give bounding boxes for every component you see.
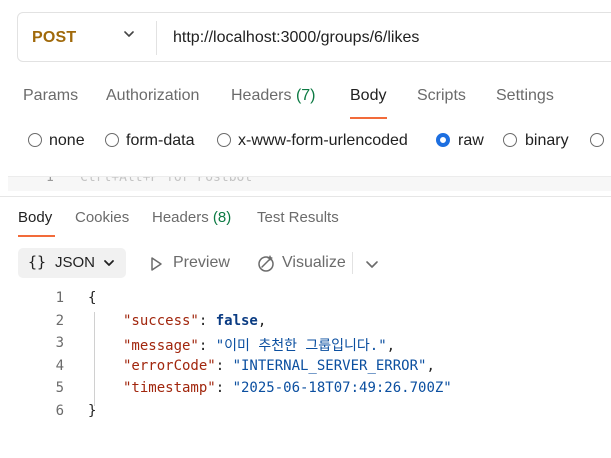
json-value: false <box>215 313 258 329</box>
radio-raw[interactable] <box>436 133 450 147</box>
line-number: 1 <box>55 290 64 306</box>
code-text: { <box>88 290 96 306</box>
editor-line-number: 1 <box>46 176 54 185</box>
response-tab-headers-count: (8) <box>212 209 232 226</box>
response-tab-cookies[interactable]: Cookies <box>75 209 129 226</box>
radio-graphql[interactable] <box>590 133 604 147</box>
tab-authorization[interactable]: Authorization <box>106 87 199 105</box>
code-line: 2 "success": false, <box>0 311 611 333</box>
code-line: 5 "timestamp": "2025-06-18T07:49:26.700Z… <box>0 378 611 400</box>
radio-none-label[interactable]: none <box>49 132 85 150</box>
radio-urlencoded[interactable] <box>217 133 231 147</box>
tab-headers[interactable]: Headers (7) <box>231 87 316 105</box>
json-value: "이미 추천한 그룹입니다." <box>215 338 387 354</box>
code-line: 3 "message": "이미 추천한 그룹입니다.", <box>0 333 611 355</box>
tab-body[interactable]: Body <box>350 87 386 105</box>
radio-binary-label[interactable]: binary <box>525 132 569 150</box>
json-comma: , <box>426 358 435 374</box>
radio-raw-label[interactable]: raw <box>458 132 484 150</box>
json-key: "timestamp" <box>123 380 216 396</box>
json-colon: : <box>198 338 216 354</box>
json-comma: , <box>257 313 267 329</box>
response-tab-headers-label: Headers <box>152 209 209 226</box>
code-line: 6 } <box>0 401 611 423</box>
code-line: 1 { <box>0 288 611 310</box>
code-text: "timestamp": "2025-06-18T07:49:26.700Z" <box>123 380 452 396</box>
editor-placeholder: Ctrl+Alt+P for Postbot <box>80 176 253 185</box>
line-number: 2 <box>55 313 64 329</box>
preview-button[interactable]: Preview <box>173 254 230 272</box>
json-value: "INTERNAL_SERVER_ERROR" <box>232 358 427 374</box>
radio-form-data-label[interactable]: form-data <box>126 132 194 150</box>
chevron-down-icon[interactable] <box>122 27 136 41</box>
toolbar-separator <box>352 252 353 274</box>
url-divider <box>156 21 157 55</box>
method-select[interactable]: POST <box>32 29 76 47</box>
line-number: 4 <box>55 358 64 374</box>
tab-settings[interactable]: Settings <box>496 87 554 105</box>
json-colon: : <box>215 358 233 374</box>
play-icon[interactable] <box>147 255 165 273</box>
braces-icon: {} <box>28 253 47 271</box>
visualize-icon[interactable] <box>256 253 276 273</box>
chevron-down-icon[interactable] <box>363 255 381 273</box>
tab-params[interactable]: Params <box>23 87 78 105</box>
active-tab-indicator <box>350 117 387 119</box>
code-text: "message": "이미 추천한 그룹입니다.", <box>123 335 395 355</box>
chevron-down-icon <box>104 260 114 266</box>
json-brace: { <box>88 290 97 306</box>
radio-urlencoded-label[interactable]: x-www-form-urlencoded <box>238 132 408 150</box>
json-colon: : <box>198 313 216 329</box>
code-text: "success": false, <box>123 313 266 329</box>
json-value: "2025-06-18T07:49:26.700Z" <box>232 380 452 396</box>
radio-form-data[interactable] <box>105 133 119 147</box>
code-line: 4 "errorCode": "INTERNAL_SERVER_ERROR", <box>0 356 611 378</box>
radio-none[interactable] <box>28 133 42 147</box>
url-input[interactable]: http://localhost:3000/groups/6/likes <box>173 29 419 47</box>
json-brace: } <box>88 403 97 419</box>
url-bar: POST http://localhost:3000/groups/6/like… <box>17 12 611 62</box>
request-body-editor[interactable]: 1 Ctrl+Alt+P for Postbot <box>8 176 611 191</box>
json-key: "message" <box>123 338 199 354</box>
visualize-button[interactable]: Visualize <box>282 254 346 272</box>
response-tab-body[interactable]: Body <box>18 209 52 226</box>
json-key: "success" <box>123 313 199 329</box>
json-key: "errorCode" <box>123 358 216 374</box>
code-text: } <box>88 403 96 419</box>
line-number: 6 <box>55 403 64 419</box>
radio-binary[interactable] <box>503 133 517 147</box>
line-number: 3 <box>55 335 64 351</box>
response-active-tab-indicator <box>18 235 55 237</box>
panel-divider[interactable] <box>0 196 611 197</box>
tab-headers-count: (7) <box>295 87 316 104</box>
tab-scripts[interactable]: Scripts <box>417 87 466 105</box>
json-comma: , <box>386 338 396 354</box>
format-label: JSON <box>55 254 96 271</box>
response-tab-test-results[interactable]: Test Results <box>257 209 339 226</box>
json-colon: : <box>215 380 233 396</box>
line-number: 5 <box>55 380 64 396</box>
code-text: "errorCode": "INTERNAL_SERVER_ERROR", <box>123 358 435 374</box>
format-select[interactable]: {} JSON <box>18 248 126 278</box>
tab-headers-label: Headers <box>231 87 292 104</box>
response-tab-headers[interactable]: Headers (8) <box>152 209 231 226</box>
